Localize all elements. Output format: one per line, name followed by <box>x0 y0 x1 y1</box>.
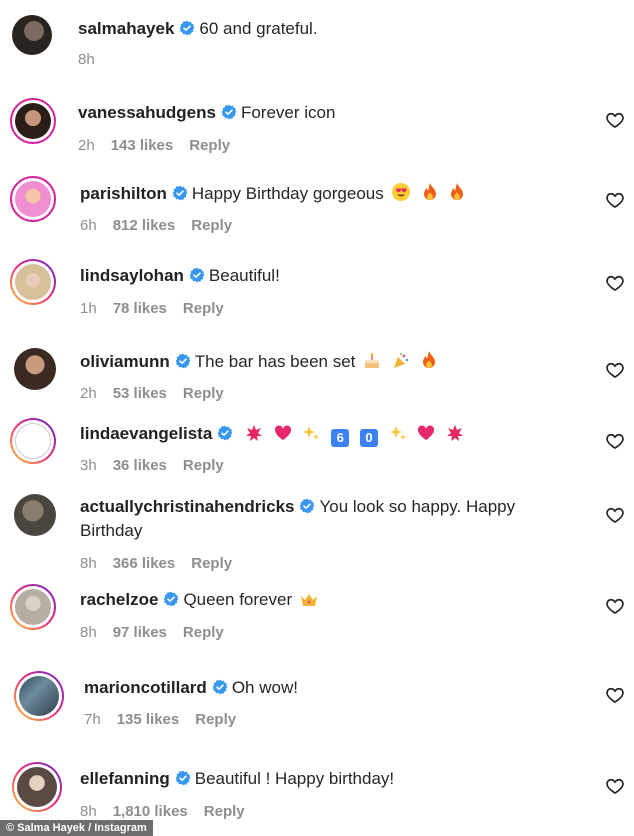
like-heart-icon[interactable] <box>605 190 625 210</box>
fire-emoji <box>449 182 465 208</box>
likes-count[interactable]: 366 likes <box>113 555 176 572</box>
avatar[interactable] <box>10 98 56 144</box>
like-heart-icon[interactable] <box>605 110 625 130</box>
avatar[interactable] <box>14 671 64 721</box>
reply-button[interactable]: Reply <box>183 624 224 641</box>
like-heart-icon[interactable] <box>605 431 625 451</box>
likes-count[interactable]: 1,810 likes <box>113 803 188 820</box>
comment-text: The bar has been set <box>194 352 356 371</box>
timestamp: 8h <box>80 803 97 820</box>
timestamp: 2h <box>78 137 95 154</box>
comment-text: Beautiful ! Happy birthday! <box>194 769 395 788</box>
sparkle-burst-emoji <box>245 424 263 448</box>
timestamp: 2h <box>80 385 97 402</box>
username[interactable]: salmahayek <box>78 19 174 38</box>
username[interactable]: ellefanning <box>80 769 170 788</box>
reply-button[interactable]: Reply <box>204 803 245 820</box>
reply-button[interactable]: Reply <box>183 457 224 474</box>
avatar[interactable] <box>10 584 56 630</box>
reply-button[interactable]: Reply <box>191 555 232 572</box>
verified-icon <box>217 425 233 441</box>
avatar[interactable] <box>10 418 56 464</box>
like-heart-icon[interactable] <box>605 273 625 293</box>
sparkles-emoji <box>302 424 320 448</box>
likes-count[interactable]: 97 likes <box>113 624 167 641</box>
likes-count[interactable]: 143 likes <box>111 137 174 154</box>
like-heart-icon[interactable] <box>605 776 625 796</box>
like-heart-icon[interactable] <box>605 685 625 705</box>
likes-count[interactable]: 53 likes <box>113 385 167 402</box>
username[interactable]: marioncotillard <box>84 678 207 697</box>
reply-button[interactable]: Reply <box>183 385 224 402</box>
likes-count[interactable]: 36 likes <box>113 457 167 474</box>
reply-button[interactable]: Reply <box>189 137 230 154</box>
fire-emoji <box>422 182 438 208</box>
avatar[interactable] <box>10 259 56 305</box>
verified-icon <box>179 20 195 36</box>
reply-button[interactable]: Reply <box>191 217 232 234</box>
comment-text: Beautiful! <box>208 266 280 285</box>
avatar[interactable] <box>10 176 56 222</box>
like-heart-icon[interactable] <box>605 505 625 525</box>
avatar[interactable] <box>12 15 52 55</box>
likes-count[interactable]: 78 likes <box>113 300 167 317</box>
comment-text: You look so happy. Happy <box>319 497 516 516</box>
username[interactable]: parishilton <box>80 184 167 203</box>
sparkle-burst-emoji <box>446 424 464 448</box>
pink-heart-emoji <box>274 424 292 448</box>
like-heart-icon[interactable] <box>605 360 625 380</box>
avatar[interactable] <box>14 348 56 390</box>
username[interactable]: vanessahudgens <box>78 103 216 122</box>
verified-icon <box>212 679 228 695</box>
fire-emoji <box>421 350 437 376</box>
heart-eyes-emoji <box>391 182 411 208</box>
username[interactable]: lindaevangelista <box>80 424 212 443</box>
like-heart-icon[interactable] <box>605 596 625 616</box>
verified-icon <box>189 267 205 283</box>
timestamp: 1h <box>80 300 97 317</box>
username[interactable]: oliviamunn <box>80 352 170 371</box>
avatar[interactable] <box>12 762 62 812</box>
pink-heart-emoji <box>417 424 435 448</box>
comment-text: Happy Birthday gorgeous <box>191 184 384 203</box>
verified-icon <box>172 185 188 201</box>
comment-text: Oh wow! <box>231 678 298 697</box>
comment-text: Forever icon <box>240 103 336 122</box>
verified-icon <box>221 104 237 120</box>
image-credit: © Salma Hayek / Instagram <box>0 820 153 836</box>
comment-text-continued: Birthday <box>80 521 143 540</box>
caption-text: 60 and grateful. <box>199 19 318 38</box>
username[interactable]: rachelzoe <box>80 590 158 609</box>
comment-text: Queen forever <box>183 590 293 609</box>
username[interactable]: actuallychristinahendricks <box>80 497 294 516</box>
party-popper-emoji <box>392 352 410 376</box>
verified-icon <box>175 770 191 786</box>
verified-icon <box>299 498 315 514</box>
reply-button[interactable]: Reply <box>183 300 224 317</box>
avatar[interactable] <box>14 494 56 536</box>
timestamp: 3h <box>80 457 97 474</box>
reply-button[interactable]: Reply <box>195 711 236 728</box>
keycap-six-emoji: 6 <box>331 429 350 447</box>
timestamp: 8h <box>80 555 97 572</box>
cake-emoji <box>363 352 381 376</box>
keycap-zero-emoji: 0 <box>359 429 378 447</box>
crown-emoji <box>300 592 318 614</box>
timestamp: 8h <box>80 624 97 641</box>
timestamp: 6h <box>80 217 97 234</box>
verified-icon <box>163 591 179 607</box>
sparkles-emoji <box>389 424 407 448</box>
likes-count[interactable]: 812 likes <box>113 217 176 234</box>
timestamp: 8h <box>78 51 95 68</box>
timestamp: 7h <box>84 711 101 728</box>
username[interactable]: lindsaylohan <box>80 266 184 285</box>
verified-icon <box>175 353 191 369</box>
likes-count[interactable]: 135 likes <box>117 711 180 728</box>
